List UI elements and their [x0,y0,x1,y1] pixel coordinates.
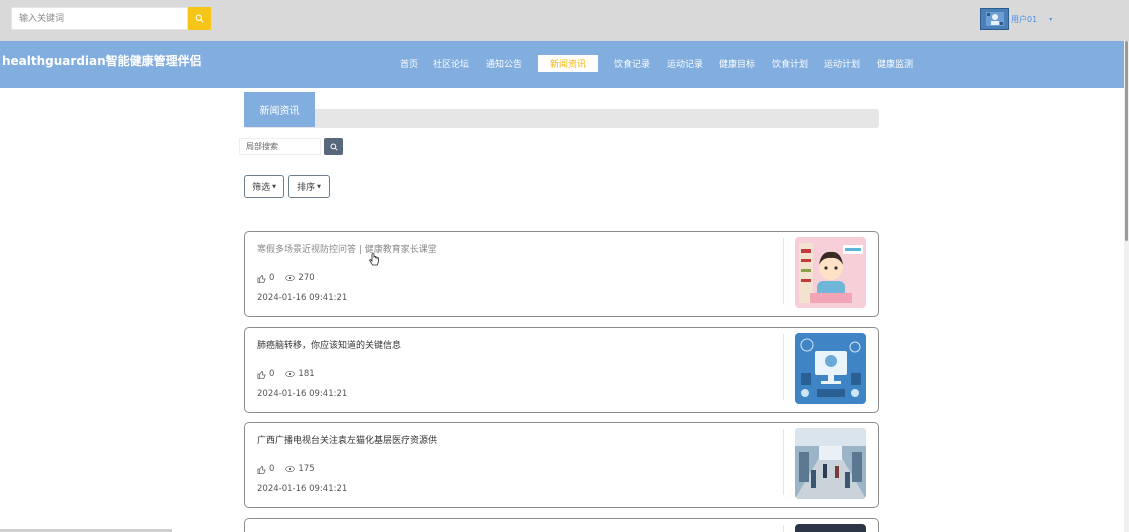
nav-item-health-monitor[interactable]: 健康监测 [877,57,913,70]
medical-ai-image [795,333,866,404]
local-search [239,138,343,155]
news-card[interactable]: 广西广播电视台关注袁左猫化基层医疗资源供 0 175 2024-01-16 09… [244,422,879,508]
filter-dropdown[interactable]: 筛选 ▼ [244,175,284,198]
nav-item-exercise-plan[interactable]: 运动计划 [824,57,860,70]
nav-item-forum[interactable]: 社区论坛 [433,57,469,70]
news-stats: 0 181 [257,369,326,379]
news-thumbnail[interactable] [795,333,866,404]
nav-item-diet-record[interactable]: 饮食记录 [614,57,650,70]
nav-item-news[interactable]: 新闻资讯 [538,55,599,72]
thumbs-up-icon [257,274,266,283]
views: 175 [285,464,315,474]
likes-count: 0 [269,273,275,283]
section-title: 新闻资讯 [244,92,315,127]
news-thumbnail[interactable] [795,428,866,499]
card-divider [783,334,784,400]
eye-icon [285,274,296,282]
views: 181 [285,369,315,379]
card-divider [783,525,784,532]
news-date: 2024-01-16 09:41:21 [257,484,348,494]
avatar-icon [985,12,1004,26]
card-divider [783,429,784,495]
top-bar: 用户01 ▾ [0,0,1129,41]
local-search-input[interactable] [239,138,321,155]
news-stats: 0 175 [257,464,326,474]
child-eye-test-image [795,237,866,308]
news-card[interactable]: 寒假多场景近视防控问答 | 健康教育家长课堂 0 270 2024-01-16 … [244,231,879,317]
news-thumbnail[interactable] [795,237,866,308]
search-button[interactable] [188,7,211,30]
search-input[interactable] [11,7,188,30]
news-stats: 0 270 [257,273,326,283]
eye-icon [285,465,296,473]
news-title[interactable]: 寒假多场景近视防控问答 | 健康教育家长课堂 [257,242,437,255]
chevron-down-icon: ▼ [272,183,276,190]
thumbs-up-icon [257,370,266,379]
likes-count: 0 [269,464,275,474]
section-header-bar [244,109,879,128]
card-divider [783,238,784,304]
local-search-button[interactable] [324,138,343,155]
sort-label: 排序 [297,183,316,193]
likes: 0 [257,464,274,474]
vertical-scrollbar[interactable] [1124,41,1129,532]
eye-icon [285,370,296,378]
nav-item-exercise-record[interactable]: 运动记录 [667,57,703,70]
nav-item-notice[interactable]: 通知公告 [486,57,522,70]
chevron-down-icon: ▼ [317,183,321,190]
views-count: 181 [298,369,315,379]
thumbs-up-icon [257,465,266,474]
likes: 0 [257,369,274,379]
hand-cursor-icon [369,253,379,266]
chevron-down-icon[interactable]: ▾ [1049,16,1052,23]
nav-item-home[interactable]: 首页 [400,57,418,70]
views-count: 270 [298,273,315,283]
likes-count: 0 [269,369,275,379]
nav-item-diet-plan[interactable]: 饮食计划 [772,57,808,70]
views-count: 175 [298,464,315,474]
global-search [11,7,211,30]
page: 用户01 ▾ healthguardian智能健康管理伴侣 首页 社区论坛 通知… [0,0,1129,532]
hospital-corridor-image [795,428,866,499]
news-card[interactable]: 肺癌脑转移，你应该知道的关键信息 0 181 2024-01-16 09:41:… [244,327,879,413]
nav-item-health-goal[interactable]: 健康目标 [719,57,755,70]
filter-label: 筛选 [252,183,271,193]
news-image [795,524,866,532]
likes: 0 [257,273,274,283]
news-card[interactable] [244,518,879,532]
search-icon [329,142,338,151]
brand-title: healthguardian智能健康管理伴侣 [2,54,202,68]
views: 270 [285,273,315,283]
scrollbar-thumb[interactable] [1125,41,1128,241]
username[interactable]: 用户01 [1011,14,1037,25]
news-title[interactable]: 肺癌脑转移，你应该知道的关键信息 [257,338,401,351]
main-nav: healthguardian智能健康管理伴侣 首页 社区论坛 通知公告 新闻资讯… [0,41,1129,88]
news-date: 2024-01-16 09:41:21 [257,293,348,303]
news-thumbnail[interactable] [795,524,866,532]
avatar [980,8,1009,30]
news-date: 2024-01-16 09:41:21 [257,389,348,399]
search-icon [195,14,204,23]
sort-dropdown[interactable]: 排序 ▼ [288,175,330,198]
user-menu[interactable]: 用户01 ▾ [980,8,1052,30]
news-title[interactable]: 广西广播电视台关注袁左猫化基层医疗资源供 [257,433,437,446]
